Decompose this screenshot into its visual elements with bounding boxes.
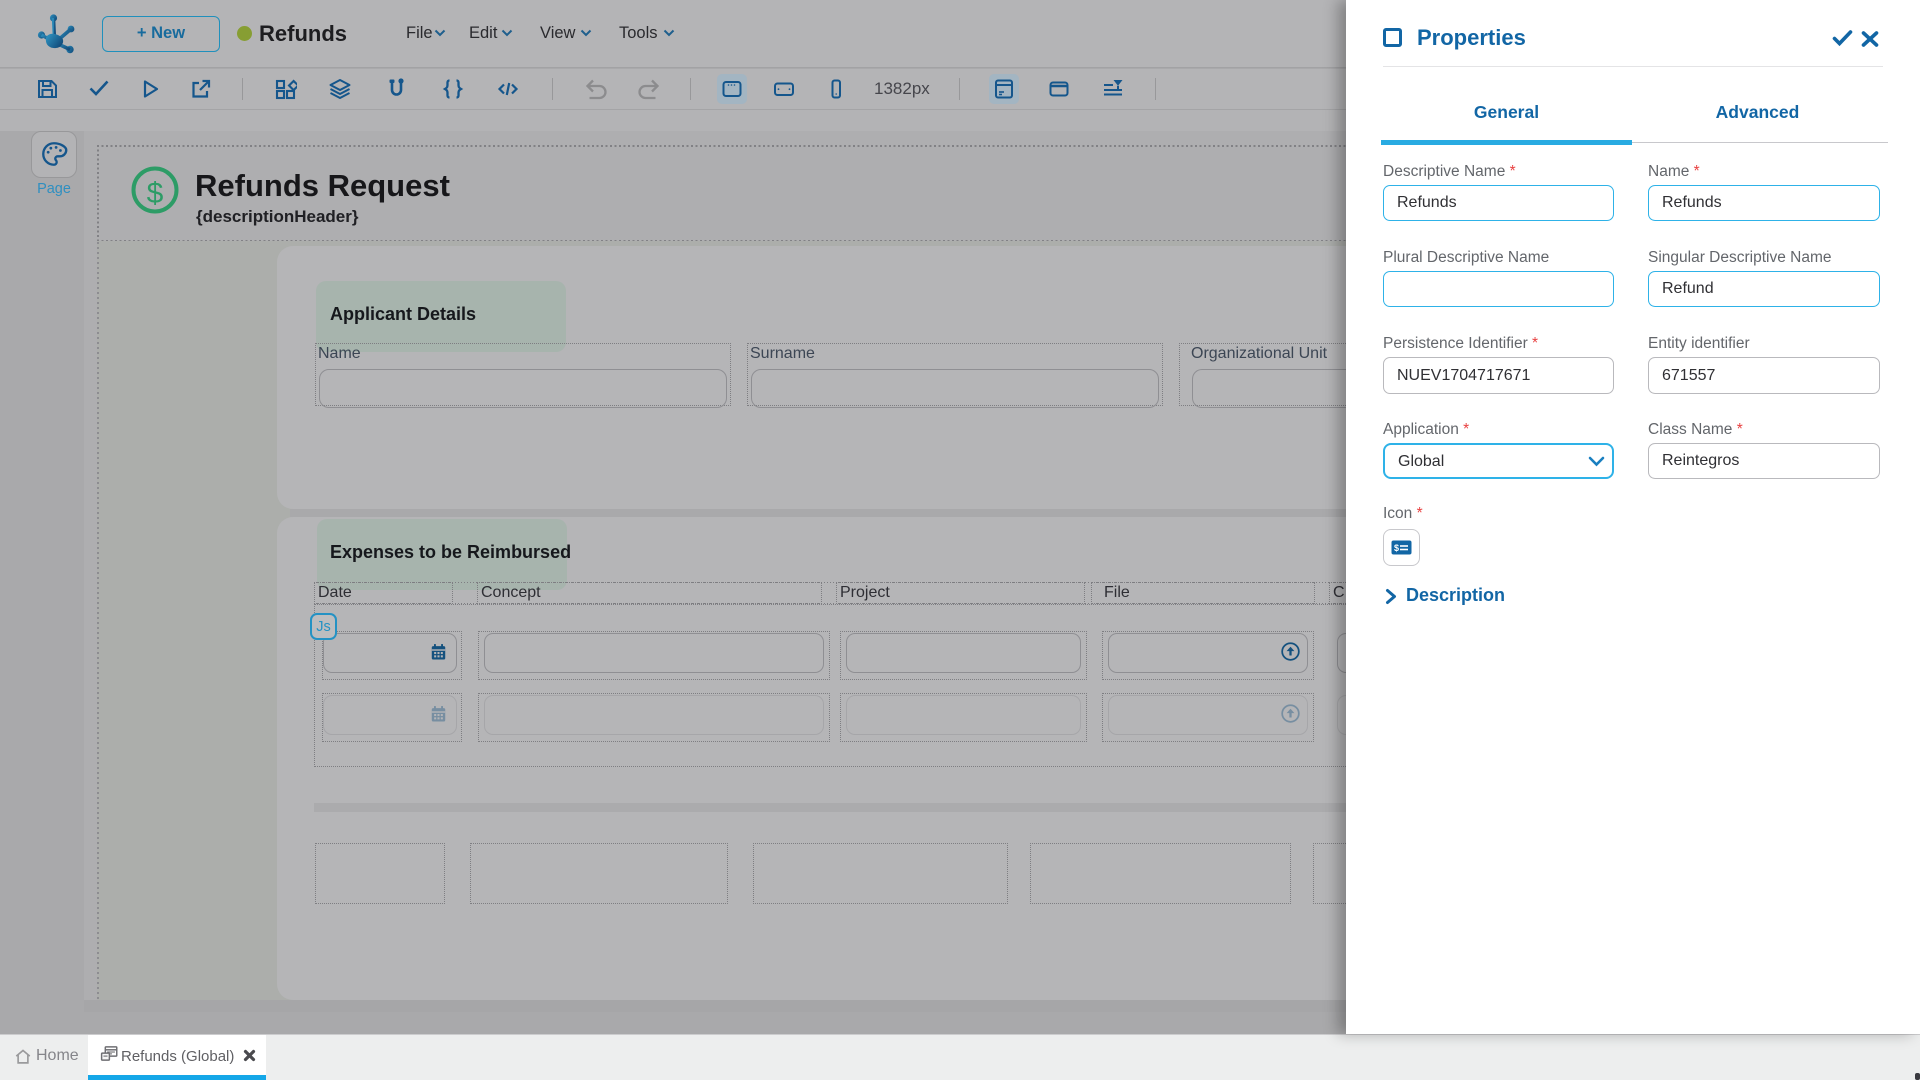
svg-text:$: $ (1394, 543, 1399, 553)
svg-text:$: $ (147, 177, 164, 210)
